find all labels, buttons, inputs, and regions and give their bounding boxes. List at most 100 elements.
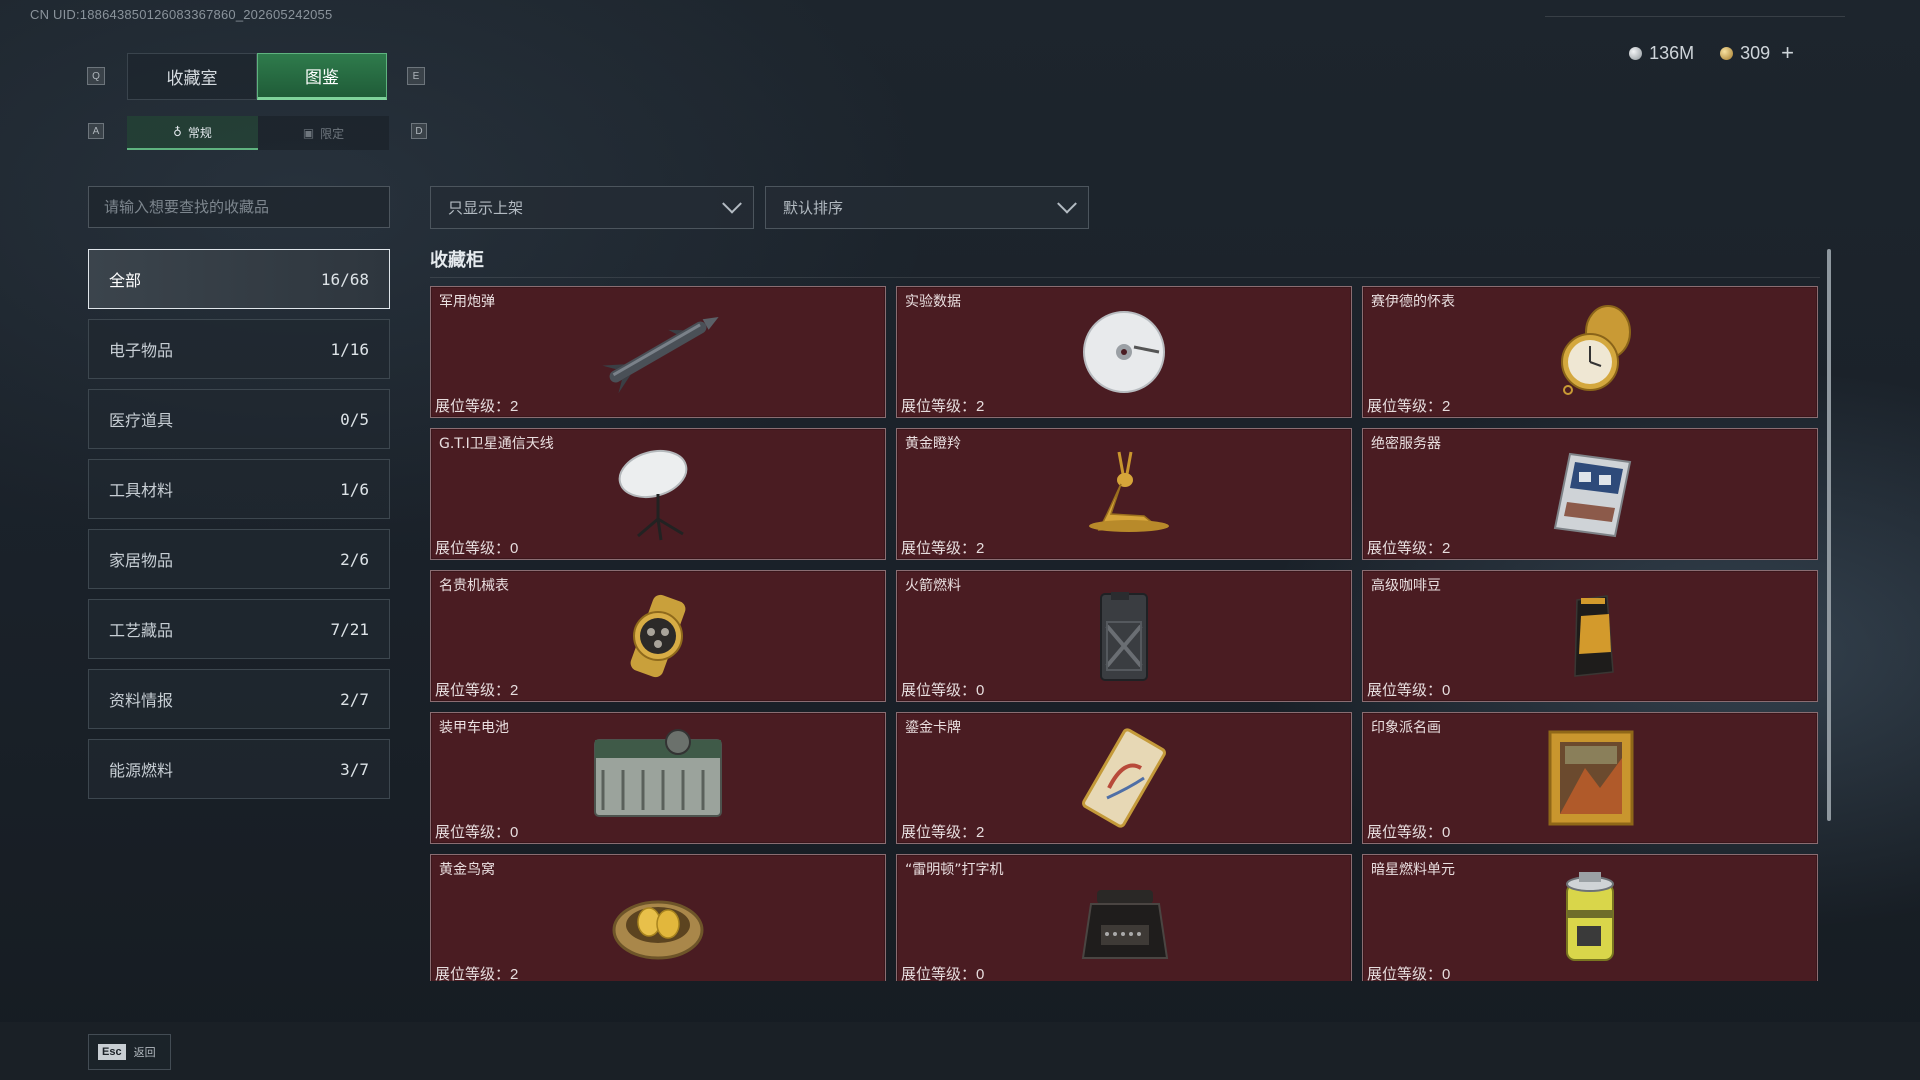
level-value: 2: [510, 398, 519, 415]
category-crafts[interactable]: 工艺藏品 7/21: [88, 599, 390, 659]
shelf-filter-dropdown[interactable]: 只显示上架: [430, 186, 754, 229]
subtab-limited[interactable]: ▣ 限定: [258, 116, 389, 150]
key-hint-q: Q: [87, 67, 105, 85]
tab-collection-room[interactable]: 收藏室: [127, 53, 257, 100]
level-value: 2: [976, 398, 985, 415]
subtab-regular-label: 常规: [187, 125, 212, 140]
item-level: 展位等级：2: [1367, 395, 1450, 416]
level-value: 0: [510, 540, 519, 557]
category-label: 医疗道具: [109, 411, 174, 430]
painting-icon: [1548, 730, 1634, 826]
collection-grid-viewport: 军用炮弹 展位等级：2 实验数据 展位等级：2 赛伊德的怀表 展位等级：2 G.…: [430, 286, 1820, 981]
category-tools[interactable]: 工具材料 1/6: [88, 459, 390, 519]
collection-card[interactable]: 军用炮弹 展位等级：2: [430, 286, 886, 418]
tab-catalog[interactable]: 图鉴: [257, 53, 387, 100]
collection-card[interactable]: 高级咖啡豆 展位等级：0: [1362, 570, 1818, 702]
silver-amount: 136M: [1649, 42, 1695, 63]
item-level: 展位等级：0: [435, 821, 518, 842]
fuel-cell-icon: [1566, 872, 1614, 961]
pocket-watch-icon: [1561, 305, 1631, 395]
search-input[interactable]: [88, 186, 390, 228]
item-level: 展位等级：2: [435, 395, 518, 416]
collection-card[interactable]: 黄金瞪羚 展位等级：2: [896, 428, 1352, 560]
category-label: 家居物品: [109, 551, 174, 570]
level-label: 展位等级：: [435, 681, 511, 699]
section-divider: [430, 277, 1820, 278]
item-level: 展位等级：2: [435, 963, 518, 981]
item-level: 展位等级：2: [901, 395, 984, 416]
section-title: 收藏柜: [430, 250, 484, 271]
item-name: 暗星燃料单元: [1371, 862, 1455, 878]
category-label: 能源燃料: [109, 761, 174, 780]
level-value: 2: [510, 966, 519, 981]
back-button[interactable]: Esc 返回: [88, 1034, 171, 1070]
item-name: 装甲车电池: [439, 720, 509, 736]
satellite-dish-icon: [618, 449, 688, 541]
collection-card[interactable]: 装甲车电池 展位等级：0: [430, 712, 886, 844]
collection-card[interactable]: 绝密服务器 展位等级：2: [1362, 428, 1818, 560]
currency-bar: 136M 309 +: [1629, 42, 1794, 64]
sub-tabs: ♁ 常规 ▣ 限定: [127, 116, 389, 150]
limited-icon: ▣: [302, 126, 315, 140]
category-label: 全部: [109, 271, 142, 290]
collection-card[interactable]: G.T.I卫星通信天线 展位等级：0: [430, 428, 886, 560]
level-value: 2: [1442, 398, 1451, 415]
gold-coin-icon: [1720, 46, 1734, 60]
server-icon: [1553, 452, 1632, 538]
level-value: 2: [976, 540, 985, 557]
category-count: 1/16: [330, 339, 369, 359]
item-name: 火箭燃料: [905, 578, 961, 594]
gold-amount: 309: [1740, 42, 1771, 63]
level-label: 展位等级：: [901, 539, 977, 557]
category-energy[interactable]: 能源燃料 3/7: [88, 739, 390, 799]
level-label: 展位等级：: [435, 823, 511, 841]
item-level: 展位等级：0: [435, 537, 518, 558]
category-label: 资料情报: [109, 691, 174, 710]
level-label: 展位等级：: [901, 397, 977, 415]
collection-card[interactable]: 火箭燃料 展位等级：0: [896, 570, 1352, 702]
subtab-regular[interactable]: ♁ 常规: [127, 116, 258, 150]
item-name: 赛伊德的怀表: [1371, 294, 1455, 310]
item-name: “雷明顿”打字机: [905, 862, 1004, 878]
category-all[interactable]: 全部 16/68: [88, 249, 390, 309]
item-level: 展位等级：2: [901, 537, 984, 558]
level-label: 展位等级：: [1367, 965, 1443, 981]
collection-card[interactable]: 实验数据 展位等级：2: [896, 286, 1352, 418]
grid-scrollbar[interactable]: [1827, 249, 1831, 821]
item-level: 展位等级：0: [901, 963, 984, 981]
collection-card[interactable]: 黄金鸟窝 展位等级：2: [430, 854, 886, 981]
item-level: 展位等级：0: [1367, 821, 1450, 842]
level-label: 展位等级：: [1367, 539, 1443, 557]
level-label: 展位等级：: [901, 681, 977, 699]
collection-card[interactable]: “雷明顿”打字机 展位等级：0: [896, 854, 1352, 981]
level-value: 0: [1442, 966, 1451, 981]
wristwatch-icon: [630, 594, 686, 678]
top-divider: [1545, 16, 1845, 17]
add-currency-button[interactable]: +: [1781, 42, 1794, 64]
collection-card[interactable]: 赛伊德的怀表 展位等级：2: [1362, 286, 1818, 418]
item-level: 展位等级：0: [1367, 963, 1450, 981]
item-name: 高级咖啡豆: [1371, 578, 1441, 594]
item-name: 鎏金卡牌: [905, 720, 961, 736]
category-list: 全部 16/68 电子物品 1/16 医疗道具 0/5 工具材料 1/6 家居物…: [88, 249, 390, 809]
key-hint-a: A: [88, 123, 104, 139]
category-medical[interactable]: 医疗道具 0/5: [88, 389, 390, 449]
item-name: 实验数据: [905, 294, 961, 310]
sort-dropdown[interactable]: 默认排序: [765, 186, 1089, 229]
level-value: 0: [1442, 824, 1451, 841]
golden-nest-icon: [612, 900, 704, 960]
category-count: 1/6: [340, 479, 369, 499]
category-electronics[interactable]: 电子物品 1/16: [88, 319, 390, 379]
collection-grid: 军用炮弹 展位等级：2 实验数据 展位等级：2 赛伊德的怀表 展位等级：2 G.…: [430, 286, 1820, 981]
level-value: 0: [976, 682, 985, 699]
category-household[interactable]: 家居物品 2/6: [88, 529, 390, 589]
collection-card[interactable]: 暗星燃料单元 展位等级：0: [1362, 854, 1818, 981]
category-intel[interactable]: 资料情报 2/7: [88, 669, 390, 729]
battery-icon: [594, 729, 722, 817]
item-level: 展位等级：2: [1367, 537, 1450, 558]
item-level: 展位等级：2: [435, 679, 518, 700]
collection-card[interactable]: 鎏金卡牌 展位等级：2: [896, 712, 1352, 844]
collection-card[interactable]: 印象派名画 展位等级：0: [1362, 712, 1818, 844]
category-count: 2/6: [340, 549, 369, 569]
collection-card[interactable]: 名贵机械表 展位等级：2: [430, 570, 886, 702]
